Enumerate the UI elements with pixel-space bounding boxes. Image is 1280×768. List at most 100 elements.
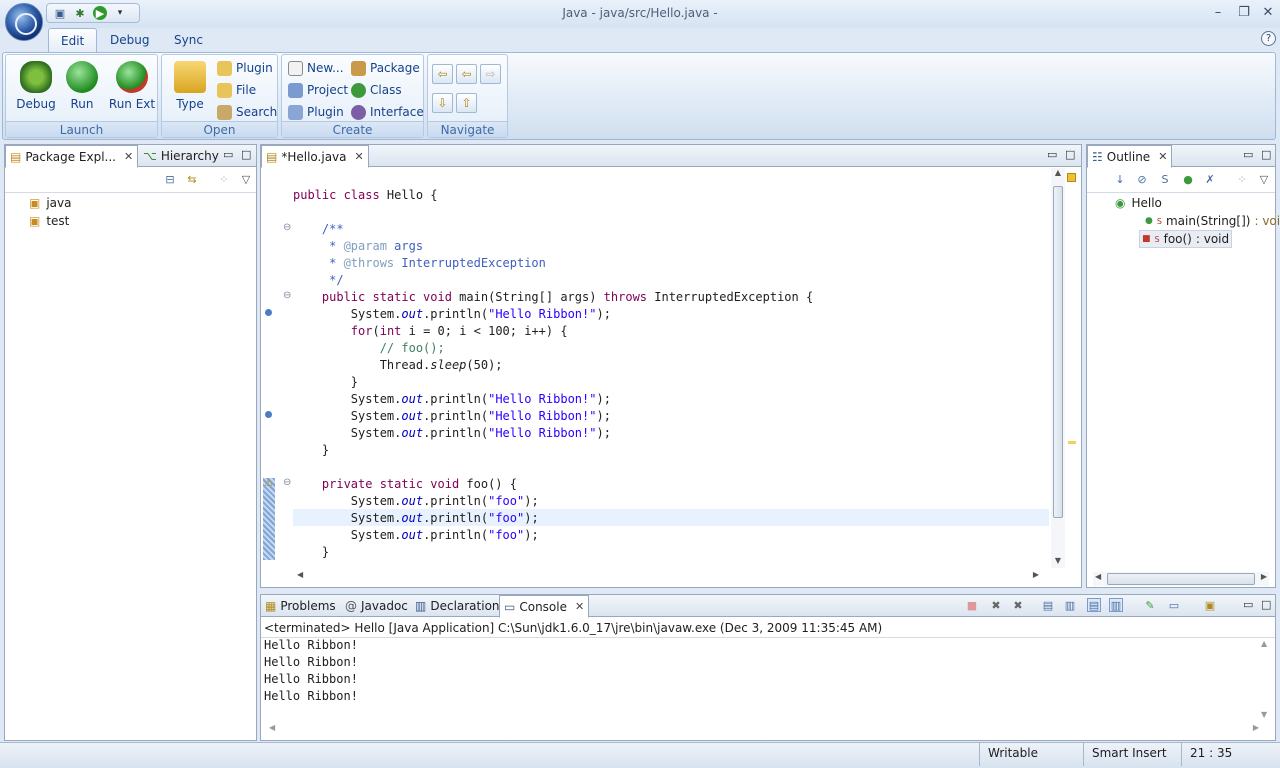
open-plugin-button[interactable]: Plugin: [217, 59, 273, 77]
minimize-view-icon[interactable]: ▭: [1243, 598, 1253, 611]
scroll-up-icon[interactable]: ▲: [1261, 639, 1267, 648]
outline-member-main[interactable]: ● S main(String[]) : void: [1145, 212, 1280, 230]
last-edit-location-icon[interactable]: ⇦: [432, 64, 453, 84]
close-icon[interactable]: ✕: [124, 146, 133, 168]
tab-hello-java[interactable]: ▤ *Hello.java ✕: [261, 145, 369, 168]
fold-icon[interactable]: ⊖: [283, 290, 291, 301]
scroll-right-icon[interactable]: ▶: [1033, 570, 1039, 579]
tab-javadoc[interactable]: @ Javadoc: [341, 595, 412, 617]
new-class-button[interactable]: Class: [351, 81, 402, 99]
scroll-lock-icon[interactable]: ▥: [1063, 599, 1077, 613]
tab-console[interactable]: ▭ Console ✕: [499, 595, 590, 618]
scroll-up-icon[interactable]: ▲: [1051, 168, 1065, 177]
console-output[interactable]: Hello Ribbon! Hello Ribbon! Hello Ribbon…: [264, 637, 1254, 717]
ribbon-tab-sync[interactable]: Sync: [162, 28, 215, 52]
code-editor[interactable]: public class Hello { /** * @param args *…: [293, 170, 1049, 562]
clear-console-icon[interactable]: ▤: [1041, 599, 1055, 613]
ribbon-tab-debug[interactable]: Debug: [98, 28, 161, 52]
maximize-view-icon[interactable]: □: [241, 148, 251, 161]
search-button[interactable]: Search: [217, 103, 277, 121]
open-file-button[interactable]: File: [217, 81, 256, 99]
close-button[interactable]: ✕: [1257, 4, 1279, 22]
console-horizontal-scrollbar[interactable]: ◀ ▶: [269, 723, 1259, 737]
new-interface-button[interactable]: Interface: [351, 103, 424, 121]
overview-warning-icon[interactable]: [1067, 173, 1076, 182]
view-menu-icon[interactable]: ▽: [1257, 173, 1271, 187]
close-icon[interactable]: ✕: [575, 596, 584, 618]
maximize-view-icon[interactable]: □: [1261, 598, 1271, 611]
hide-static-icon[interactable]: S: [1158, 173, 1172, 187]
tab-outline[interactable]: ☷ Outline ✕: [1087, 145, 1173, 168]
new-button[interactable]: New...: [288, 59, 344, 77]
scrollbar-thumb[interactable]: [1107, 573, 1255, 585]
previous-annotation-icon[interactable]: ⇧: [456, 93, 477, 113]
problems-tab-label: Problems: [280, 599, 336, 613]
fold-icon[interactable]: ⊖: [283, 222, 291, 233]
terminate-icon[interactable]: ■: [965, 599, 979, 613]
minimize-view-icon[interactable]: ▭: [223, 148, 233, 161]
warning-icon[interactable]: ⚠: [264, 478, 273, 489]
view-menu-icon[interactable]: ▽: [239, 173, 253, 187]
breakpoint-icon[interactable]: [265, 411, 272, 418]
ribbon-tab-edit[interactable]: Edit: [48, 28, 98, 52]
new-plugin-button[interactable]: Plugin: [288, 103, 344, 121]
maximize-view-icon[interactable]: □: [1261, 148, 1271, 161]
filters-icon[interactable]: ⁘: [217, 173, 231, 187]
back-icon[interactable]: ⇦: [456, 64, 477, 84]
minimize-view-icon[interactable]: ▭: [1243, 148, 1253, 161]
console-vertical-scrollbar[interactable]: ▲ ▼: [1259, 639, 1273, 719]
hide-fields-icon[interactable]: ⊘: [1135, 173, 1149, 187]
run-launch-button[interactable]: Run: [64, 59, 100, 111]
vertical-scrollbar[interactable]: ▲ ▼: [1051, 168, 1065, 568]
scroll-right-icon[interactable]: ▶: [1261, 572, 1267, 581]
minimize-view-icon[interactable]: ▭: [1047, 148, 1057, 161]
scroll-down-icon[interactable]: ▼: [1051, 556, 1065, 565]
close-icon[interactable]: ✕: [1158, 146, 1167, 168]
new-project-button[interactable]: Project: [288, 81, 348, 99]
pin-console-icon[interactable]: ✎: [1143, 599, 1157, 613]
maximize-view-icon[interactable]: □: [1065, 148, 1075, 161]
scroll-left-icon[interactable]: ◀: [297, 570, 303, 579]
outline-class-node[interactable]: ◉ Hello: [1115, 194, 1162, 212]
tab-problems[interactable]: ▦ Problems: [261, 595, 340, 617]
hide-local-types-icon[interactable]: ✗: [1203, 173, 1217, 187]
sort-icon[interactable]: ↓: [1113, 173, 1127, 187]
scroll-left-icon[interactable]: ◀: [1095, 572, 1101, 581]
application-menu-button[interactable]: [5, 3, 43, 41]
horizontal-scrollbar[interactable]: ◀ ▶: [295, 570, 1047, 584]
scroll-down-icon[interactable]: ▼: [1261, 710, 1267, 719]
next-annotation-icon[interactable]: ⇩: [432, 93, 453, 113]
help-icon[interactable]: ?: [1261, 31, 1276, 46]
close-icon[interactable]: ✕: [355, 146, 364, 168]
show-console-on-error-icon[interactable]: ▥: [1109, 598, 1123, 612]
open-console-icon[interactable]: ▣: [1203, 599, 1217, 613]
scrollbar-thumb[interactable]: [1053, 186, 1063, 518]
tree-item-java[interactable]: ▣ java: [29, 194, 72, 212]
outline-member-foo[interactable]: ■ S foo() : void: [1139, 230, 1233, 248]
remove-launch-icon[interactable]: ✖: [989, 599, 1003, 613]
new-package-button[interactable]: Package: [351, 59, 420, 77]
maximize-button[interactable]: ❐: [1233, 4, 1255, 22]
remove-all-launches-icon[interactable]: ✖: [1011, 599, 1025, 613]
run-external-button[interactable]: Run Ext: [108, 59, 156, 111]
scroll-right-icon[interactable]: ▶: [1253, 723, 1259, 732]
filters-icon[interactable]: ⁘: [1235, 173, 1249, 187]
debug-launch-button[interactable]: Debug: [12, 59, 60, 111]
show-console-on-output-icon[interactable]: ▤: [1087, 598, 1101, 612]
scroll-left-icon[interactable]: ◀: [269, 723, 275, 732]
hide-nonpublic-icon[interactable]: ●: [1181, 173, 1195, 187]
open-type-button[interactable]: Type: [168, 59, 212, 111]
overview-marker[interactable]: [1068, 441, 1076, 444]
collapse-all-icon[interactable]: ⊟: [163, 173, 177, 187]
tab-package-explorer[interactable]: ▤ Package Expl... ✕: [5, 145, 139, 168]
forward-icon[interactable]: ⇨: [480, 64, 501, 84]
minimize-button[interactable]: –: [1207, 4, 1229, 22]
link-with-editor-icon[interactable]: ⇆: [185, 173, 199, 187]
outline-horizontal-scrollbar[interactable]: ◀ ▶: [1093, 572, 1269, 586]
breakpoint-icon[interactable]: [265, 309, 272, 316]
tab-declaration[interactable]: ▥ Declaration: [411, 595, 504, 617]
tab-hierarchy[interactable]: ⌥ Hierarchy: [139, 145, 223, 167]
fold-icon[interactable]: ⊖: [283, 477, 291, 488]
tree-item-test[interactable]: ▣ test: [29, 212, 69, 230]
display-console-icon[interactable]: ▭: [1167, 599, 1181, 613]
